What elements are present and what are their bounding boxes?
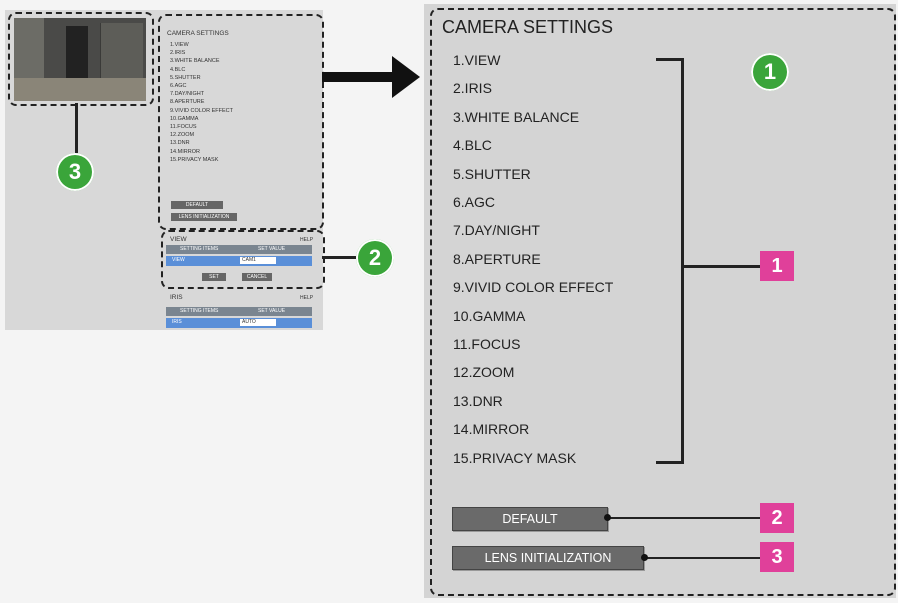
menu-item[interactable]: 4.BLC [453, 137, 492, 153]
menu-item[interactable]: 13.DNR [453, 393, 503, 409]
callout-2-dot [604, 514, 611, 521]
menu-item[interactable]: 6.AGC [453, 194, 495, 210]
callout-green-2: 2 [356, 239, 394, 277]
small-lens-init-button[interactable]: LENS INITIALIZATION [171, 213, 237, 221]
bracket-top [656, 58, 684, 61]
small-menu-item[interactable]: 11.FOCUS [170, 123, 233, 131]
callout-green-1: 1 [751, 53, 789, 91]
small-menu-item[interactable]: 6.AGC [170, 82, 233, 90]
small-menu-item[interactable]: 4.BLC [170, 66, 233, 74]
iris-row-label: IRIS [172, 319, 182, 325]
menu-item[interactable]: 10.GAMMA [453, 308, 525, 324]
lens-initialization-button[interactable]: LENS INITIALIZATION [452, 546, 644, 570]
iris-help-link[interactable]: HELP [300, 294, 313, 302]
camera-settings-title: CAMERA SETTINGS [442, 17, 614, 37]
view-table-row[interactable]: VIEW CAM1 [166, 256, 312, 266]
callout-3-line [644, 557, 760, 559]
callout-pink-2: 2 [760, 503, 794, 533]
iris-section-title: IRIS [170, 294, 183, 301]
small-menu-item[interactable]: 12.ZOOM [170, 131, 233, 139]
iris-col-setting-items: SETTING ITEMS [180, 308, 219, 314]
iris-table-row[interactable]: IRIS AUTO [166, 318, 312, 328]
callout-pink-3: 3 [760, 542, 794, 572]
small-menu-item[interactable]: 5.SHUTTER [170, 74, 233, 82]
small-menu-item[interactable]: 8.APERTURE [170, 98, 233, 106]
callout-pink-1: 1 [760, 251, 794, 281]
menu-item[interactable]: 15.PRIVACY MASK [453, 450, 576, 466]
view-row-label: VIEW [172, 257, 185, 263]
small-menu-item[interactable]: 7.DAY/NIGHT [170, 90, 233, 98]
small-menu-item[interactable]: 13.DNR [170, 139, 233, 147]
view-set-button[interactable]: SET [202, 273, 226, 281]
view-col-setting-items: SETTING ITEMS [180, 246, 219, 252]
small-menu-item[interactable]: 15.PRIVACY MASK [170, 156, 233, 164]
small-menu-item[interactable]: 14.MIRROR [170, 148, 233, 156]
view-col-set-value: SET VALUE [258, 246, 286, 252]
small-menu-item[interactable]: 9.VIVID COLOR EFFECT [170, 107, 233, 115]
bracket-bottom [656, 461, 684, 464]
bracket-vertical [681, 58, 684, 464]
iris-table-header: SETTING ITEMS SET VALUE [166, 307, 312, 316]
arrow-right-icon [322, 56, 420, 98]
default-button[interactable]: DEFAULT [452, 507, 608, 531]
menu-item[interactable]: 1.VIEW [453, 52, 500, 68]
iris-row-select[interactable]: AUTO [240, 319, 276, 326]
small-menu-list: 1.VIEW 2.IRIS 3.WHITE BALANCE 4.BLC 5.SHUTTE… [170, 41, 233, 164]
menu-item[interactable]: 14.MIRROR [453, 421, 529, 437]
view-help-link[interactable]: HELP [300, 236, 313, 244]
callout-green-3: 3 [56, 153, 94, 191]
view-table-header: SETTING ITEMS SET VALUE [166, 245, 312, 254]
view-cancel-button[interactable]: CANCEL [242, 273, 272, 281]
small-menu-item[interactable]: 10.GAMMA [170, 115, 233, 123]
camera-preview-highlight [8, 12, 154, 106]
small-menu-item[interactable]: 2.IRIS [170, 49, 233, 57]
small-default-button[interactable]: DEFAULT [171, 201, 223, 209]
menu-item[interactable]: 12.ZOOM [453, 364, 514, 380]
iris-col-set-value: SET VALUE [258, 308, 286, 314]
bracket-pointer [684, 265, 760, 268]
menu-item[interactable]: 5.SHUTTER [453, 166, 531, 182]
menu-item[interactable]: 8.APERTURE [453, 251, 541, 267]
menu-item[interactable]: 7.DAY/NIGHT [453, 222, 540, 238]
menu-item[interactable]: 2.IRIS [453, 80, 492, 96]
view-row-select[interactable]: CAM1 [240, 257, 276, 264]
callout-3-dot [641, 554, 648, 561]
view-section-title: VIEW [170, 236, 187, 243]
menu-item[interactable]: 9.VIVID COLOR EFFECT [453, 279, 613, 295]
small-menu-item[interactable]: 1.VIEW [170, 41, 233, 49]
callout-3-connector [75, 103, 78, 153]
callout-2-line [607, 517, 760, 519]
callout-2-connector [322, 256, 356, 259]
small-menu-item[interactable]: 3.WHITE BALANCE [170, 57, 233, 65]
menu-item[interactable]: 11.FOCUS [453, 336, 520, 352]
menu-item[interactable]: 3.WHITE BALANCE [453, 109, 579, 125]
small-menu-title: CAMERA SETTINGS [167, 30, 229, 37]
